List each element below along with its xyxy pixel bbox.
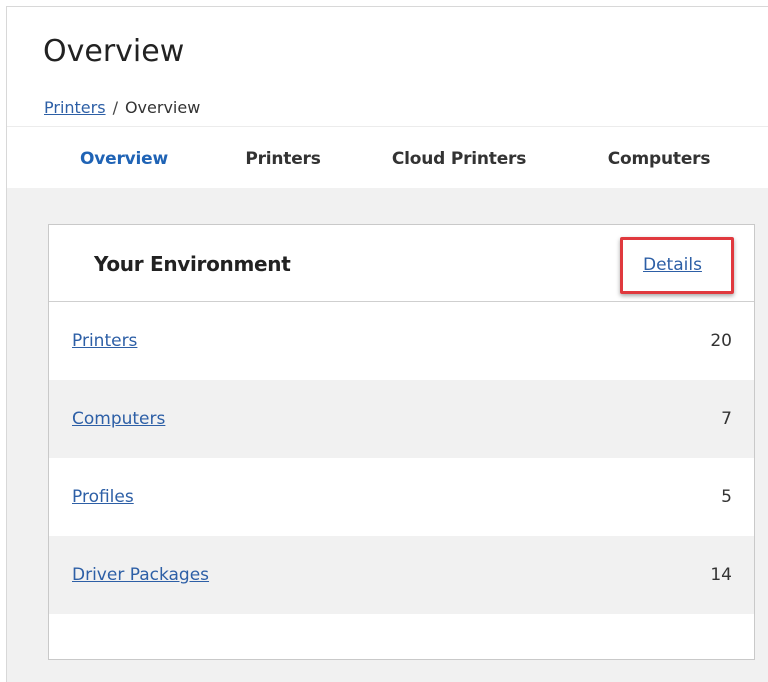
tab-bar: Overview Printers Cloud Printers Compute… bbox=[43, 127, 768, 193]
list-item-printers: Printers 20 bbox=[49, 302, 754, 380]
tab-printers[interactable]: Printers bbox=[223, 127, 343, 191]
printers-count: 20 bbox=[710, 331, 732, 351]
environment-card: Your Environment Details Printers 20 Com… bbox=[48, 224, 755, 660]
breadcrumb: Printers / Overview bbox=[44, 98, 200, 117]
profiles-link[interactable]: Profiles bbox=[72, 487, 134, 507]
profiles-count: 5 bbox=[721, 487, 732, 507]
app-window: Overview Printers / Overview Overview Prin… bbox=[6, 6, 768, 682]
breadcrumb-current: Overview bbox=[124, 98, 201, 117]
computers-link[interactable]: Computers bbox=[72, 409, 165, 429]
card-header: Your Environment Details bbox=[49, 225, 754, 302]
content-area: Your Environment Details Printers 20 Com… bbox=[7, 188, 768, 682]
printers-link[interactable]: Printers bbox=[72, 331, 137, 351]
tab-overview[interactable]: Overview bbox=[43, 127, 205, 193]
list-item-computers: Computers 7 bbox=[49, 380, 754, 458]
tab-cloud-printers[interactable]: Cloud Printers bbox=[375, 127, 543, 191]
breadcrumb-separator: / bbox=[112, 98, 118, 117]
driver-packages-count: 14 bbox=[710, 565, 732, 585]
computers-count: 7 bbox=[721, 409, 732, 429]
tab-computers[interactable]: Computers bbox=[588, 127, 730, 191]
details-link[interactable]: Details bbox=[643, 255, 702, 275]
breadcrumb-link-printers[interactable]: Printers bbox=[44, 98, 106, 117]
card-title: Your Environment bbox=[94, 252, 291, 276]
driver-packages-link[interactable]: Driver Packages bbox=[72, 565, 209, 585]
list-item-profiles: Profiles 5 bbox=[49, 458, 754, 536]
page-title: Overview bbox=[43, 34, 185, 69]
list-item-driver-packages: Driver Packages 14 bbox=[49, 536, 754, 614]
